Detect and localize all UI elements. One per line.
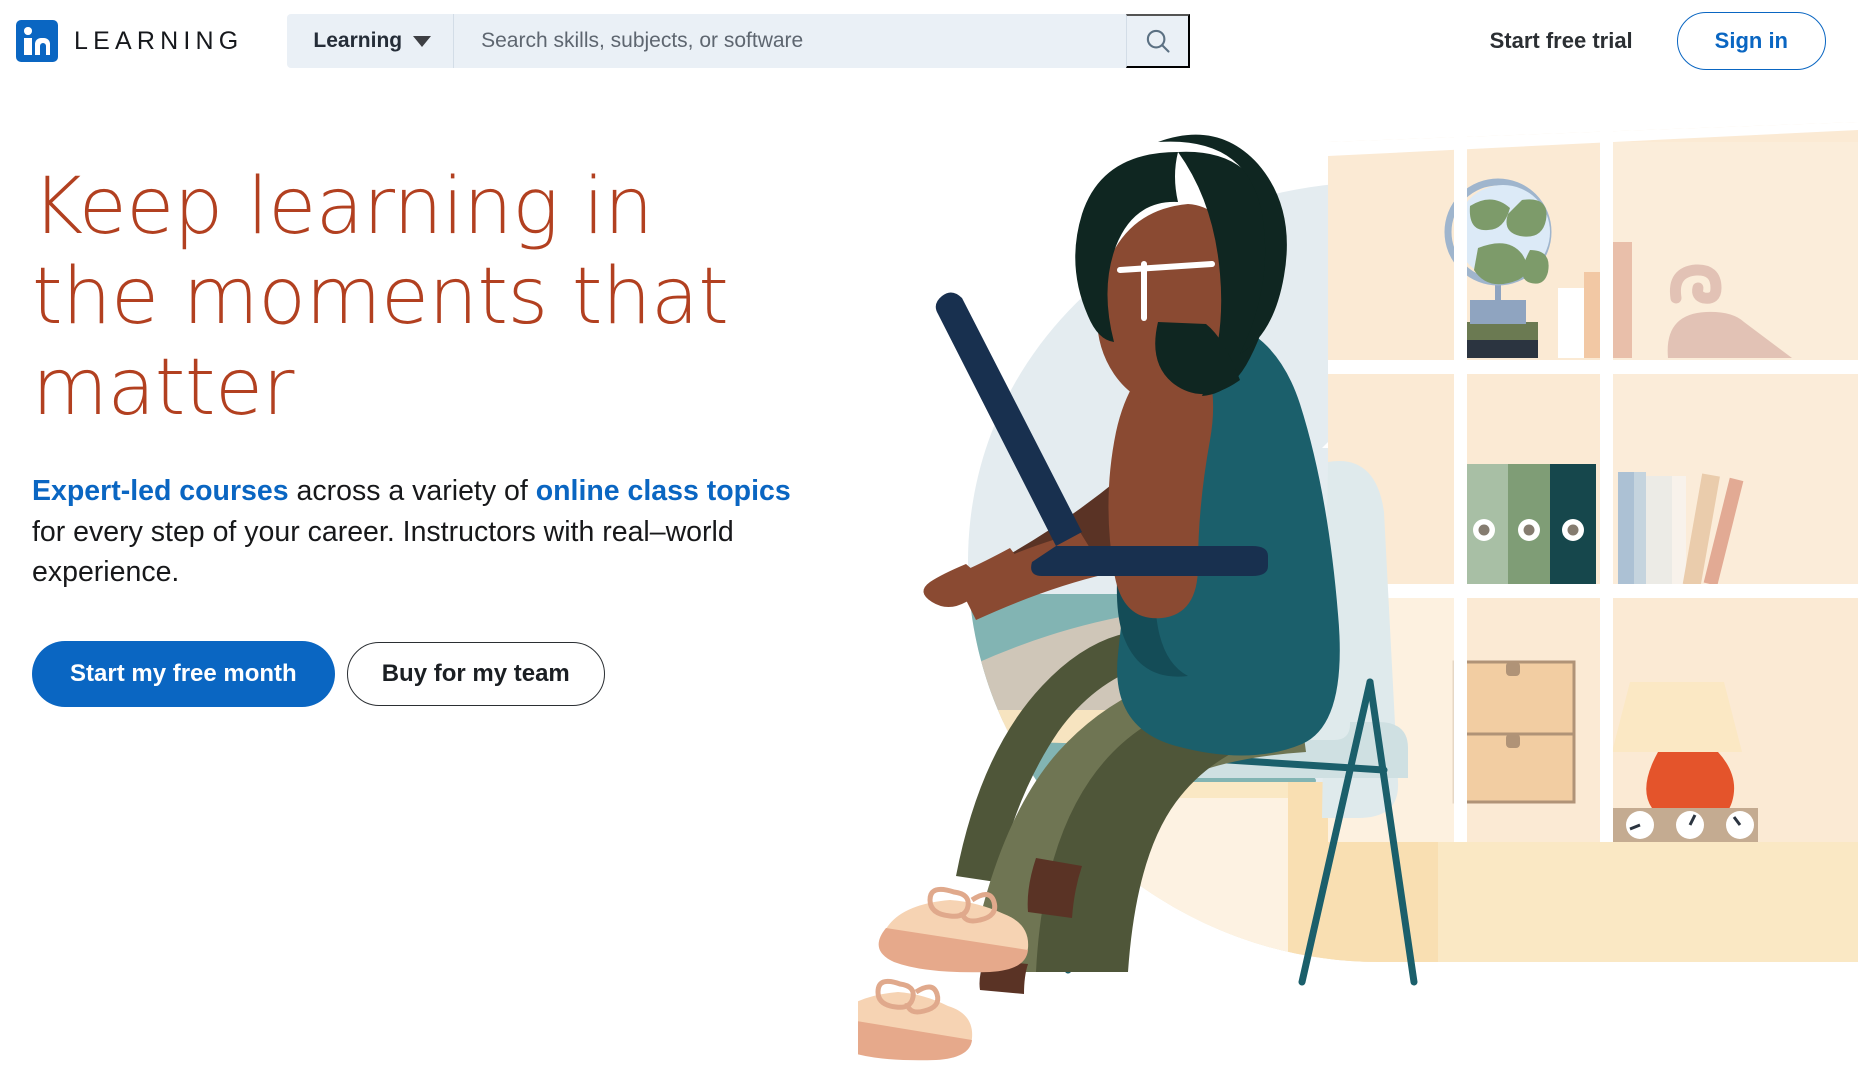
header-actions: Start free trial Sign in bbox=[1472, 12, 1858, 70]
start-my-free-month-button[interactable]: Start my free month bbox=[32, 640, 335, 707]
linkedin-logo-icon bbox=[16, 20, 58, 62]
sign-in-button[interactable]: Sign in bbox=[1676, 12, 1826, 70]
start-free-trial-link[interactable]: Start free trial bbox=[1472, 18, 1651, 64]
binder-row bbox=[1460, 464, 1596, 584]
hero-section: Keep learning in the moments that matter… bbox=[0, 82, 1858, 1080]
brand-home-link[interactable]: LEARNING bbox=[16, 0, 243, 82]
search-group: Learning bbox=[287, 14, 1191, 68]
page-title: Keep learning in the moments that matter bbox=[32, 162, 729, 433]
cta-row: Start my free month Buy for my team bbox=[32, 640, 932, 707]
hero-copy: Keep learning in the moments that matter… bbox=[32, 162, 932, 707]
subhead-text-1: across a variety of bbox=[288, 475, 536, 508]
hero-subhead: Expert-led courses across a variety of o… bbox=[32, 471, 792, 592]
chevron-down-icon bbox=[413, 35, 432, 47]
search-button[interactable] bbox=[1126, 14, 1191, 68]
search-icon bbox=[1146, 29, 1170, 53]
shoe bbox=[858, 978, 973, 1061]
site-header: LEARNING Learning Start free trial Sign … bbox=[0, 0, 1858, 82]
person-learning-on-laptop-illustration bbox=[858, 82, 1858, 1080]
expert-led-courses-link[interactable]: Expert-led courses bbox=[32, 475, 289, 507]
buy-for-my-team-button[interactable]: Buy for my team bbox=[346, 641, 605, 706]
search-input[interactable] bbox=[454, 14, 1127, 68]
brand-wordmark: LEARNING bbox=[74, 26, 244, 55]
dropdown-label: Learning bbox=[313, 29, 403, 52]
subhead-text-2: for every step of your career. Instructo… bbox=[32, 515, 734, 589]
storage-boxes bbox=[1452, 660, 1576, 804]
learning-category-dropdown[interactable]: Learning bbox=[287, 14, 455, 68]
online-class-topics-link[interactable]: online class topics bbox=[536, 475, 791, 507]
